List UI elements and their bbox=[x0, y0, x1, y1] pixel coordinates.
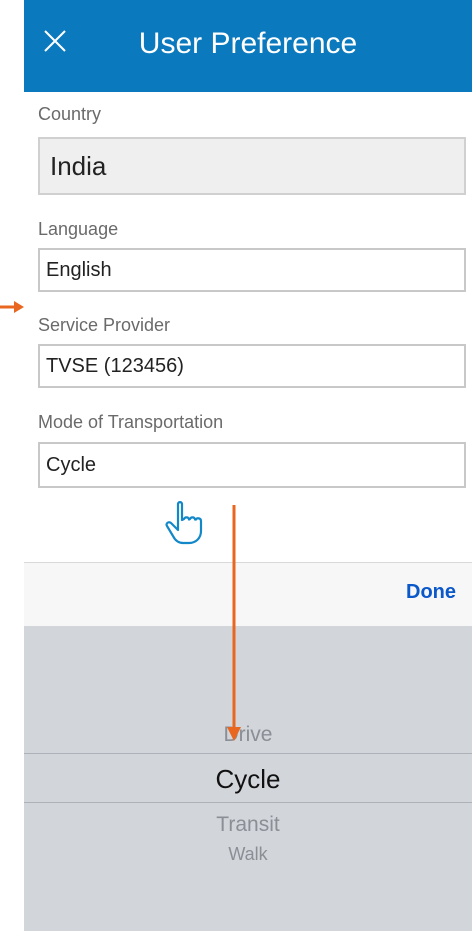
picker-option-drive[interactable]: Drive bbox=[24, 723, 472, 747]
service-provider-label: Service Provider bbox=[38, 315, 171, 335]
country-label: Country bbox=[38, 104, 102, 124]
picker-selection-top-line bbox=[24, 753, 472, 754]
pointing-hand-icon bbox=[165, 501, 203, 545]
transportation-picker[interactable]: Drive Cycle Transit Walk bbox=[24, 626, 472, 931]
done-button[interactable]: Done bbox=[406, 581, 456, 604]
picker-option-cycle[interactable]: Cycle bbox=[24, 764, 472, 795]
annotation-arrow-down-icon bbox=[227, 505, 241, 741]
picker-selection-bottom-line bbox=[24, 802, 472, 803]
user-preference-screen: User Preference Country India Language E… bbox=[24, 0, 472, 931]
transportation-label: Mode of Transportation bbox=[38, 412, 224, 432]
page-title: User Preference bbox=[138, 27, 358, 60]
transportation-field[interactable]: Cycle bbox=[38, 442, 466, 488]
picker-toolbar: Done bbox=[24, 562, 472, 626]
language-label: Language bbox=[38, 219, 119, 239]
picker-option-walk[interactable]: Walk bbox=[24, 844, 472, 865]
picker-option-transit[interactable]: Transit bbox=[24, 813, 472, 837]
service-provider-field[interactable]: TVSE (123456) bbox=[38, 344, 466, 388]
annotation-arrow-right-icon bbox=[0, 301, 24, 313]
header-bar: User Preference bbox=[24, 0, 472, 92]
language-field[interactable]: English bbox=[38, 248, 466, 292]
country-field: India bbox=[38, 137, 466, 195]
